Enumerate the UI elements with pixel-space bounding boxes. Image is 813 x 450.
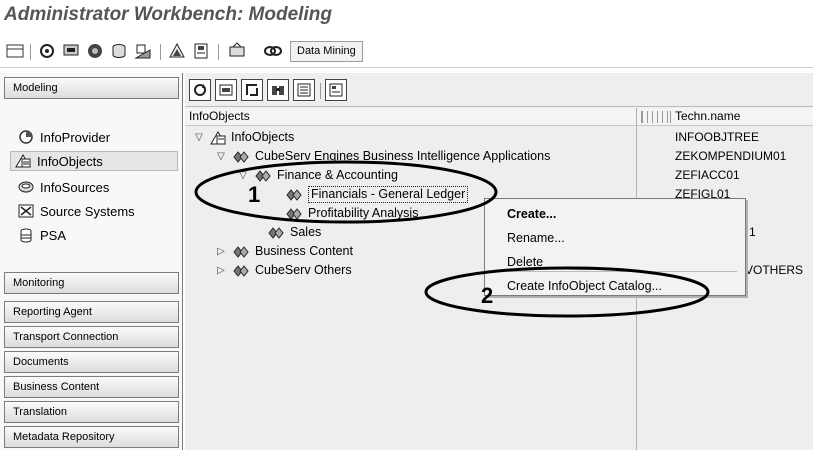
nav-item-infosources[interactable]: InfoSources	[14, 177, 113, 197]
tree-node-label: Financials - General Ledger	[308, 186, 469, 203]
repository-icon[interactable]	[226, 41, 248, 61]
tree-node-cubeserv-engines[interactable]: ▽ CubeServ Engines Business Intelligence…	[215, 147, 550, 166]
window-title: Administrator Workbench: Modeling	[4, 4, 332, 25]
nav-section-translation[interactable]: Translation	[4, 401, 179, 423]
main-toolbar: Data Mining	[0, 36, 813, 68]
window-toggle-icon[interactable]	[4, 41, 26, 61]
catalog-icon	[254, 169, 272, 183]
callout-number-1: 1	[248, 182, 261, 207]
translation-icon[interactable]	[190, 41, 212, 61]
navigation-panel: Modeling InfoProvider InfoObjects InfoSo…	[0, 73, 183, 450]
tree-node-infoobjects[interactable]: ▽ InfoObjects	[193, 128, 294, 147]
source-systems-icon	[18, 203, 34, 219]
catalog-icon	[232, 150, 250, 164]
display-icon[interactable]	[215, 79, 237, 101]
menu-separator	[493, 271, 737, 272]
nav-item-source-systems[interactable]: Source Systems	[14, 201, 139, 221]
transport-icon[interactable]	[108, 41, 130, 61]
infoobjects-icon	[210, 130, 226, 145]
tree-node-finance-accounting[interactable]: ▽ Finance & Accounting	[237, 166, 398, 185]
tech-name: INFOOBJTREE	[675, 130, 760, 144]
infoprovider-icon	[18, 129, 34, 145]
nav-item-label: InfoSources	[40, 179, 110, 195]
tree-node-sales[interactable]: Sales	[267, 223, 321, 242]
toolbar-separator	[30, 44, 31, 60]
toolbar-separator	[218, 44, 219, 60]
menu-item-rename[interactable]: Rename...	[507, 231, 565, 245]
tree-node-profitability-analysis[interactable]: Profitability Analysis	[285, 204, 418, 223]
nav-section-documents[interactable]: Documents	[4, 351, 179, 373]
tree-node-label: Sales	[290, 225, 322, 239]
catalog-icon	[267, 226, 285, 240]
catalog-icon	[285, 207, 303, 221]
nav-section-monitoring[interactable]: Monitoring	[4, 272, 179, 294]
psa-icon	[18, 227, 34, 243]
monitor-icon[interactable]	[60, 41, 82, 61]
expand-icon[interactable]: ▷	[215, 242, 227, 261]
settings-icon[interactable]	[325, 79, 347, 101]
column-header-techn-name[interactable]: Techn.name	[637, 108, 813, 126]
link-icon[interactable]	[262, 41, 284, 61]
nav-item-infoprovider[interactable]: InfoProvider	[14, 127, 114, 147]
nav-item-infoobjects[interactable]: InfoObjects	[10, 151, 178, 171]
infoobjects-icon	[15, 153, 31, 169]
toolbar-separator	[320, 83, 321, 99]
tree-toolbar	[185, 73, 813, 107]
nav-section-transport-connection[interactable]: Transport Connection	[4, 326, 179, 348]
column-header-techn-name-label: Techn.name	[675, 109, 741, 123]
reporting-agent-icon[interactable]	[84, 41, 106, 61]
infosources-icon	[18, 179, 34, 195]
tech-name: ZEFIACC01	[675, 168, 740, 182]
business-content-icon[interactable]	[166, 41, 188, 61]
documents-icon[interactable]	[132, 41, 154, 61]
tech-name: ZEKOMPENDIUM01	[675, 149, 787, 163]
list-icon[interactable]	[293, 79, 315, 101]
catalog-icon	[232, 245, 250, 259]
tree-node-label: Business Content	[255, 244, 353, 258]
modeling-icon[interactable]	[36, 41, 58, 61]
nav-item-label: Source Systems	[40, 203, 135, 219]
tree-node-label: Profitability Analysis	[308, 206, 419, 220]
toolbar-separator	[160, 44, 161, 60]
tree-node-business-content[interactable]: ▷ Business Content	[215, 242, 353, 261]
menu-item-delete[interactable]: Delete	[507, 255, 543, 269]
collapse-icon[interactable]: ▽	[193, 128, 205, 147]
nav-section-metadata-repository[interactable]: Metadata Repository	[4, 426, 179, 448]
data-mining-button[interactable]: Data Mining	[290, 41, 363, 62]
tech-name: 1	[749, 225, 756, 239]
nav-item-label: InfoProvider	[40, 129, 111, 145]
refresh-icon[interactable]	[189, 79, 211, 101]
collapse-icon[interactable]: ▽	[215, 147, 227, 166]
modeling-header[interactable]: Modeling	[4, 77, 179, 99]
nav-section-reporting-agent[interactable]: Reporting Agent	[4, 301, 179, 323]
nav-item-label: PSA	[40, 227, 67, 243]
nav-item-label: InfoObjects	[37, 153, 103, 169]
tree-node-label: CubeServ Others	[255, 263, 352, 277]
menu-item-create-infoobject-catalog[interactable]: Create InfoObject Catalog...	[507, 279, 662, 293]
tree-node-financials-general-ledger[interactable]: Financials - General Ledger	[285, 185, 469, 204]
catalog-icon	[285, 188, 303, 202]
callout-number-2: 2	[481, 283, 494, 308]
tree-node-label: CubeServ Engines Business Intelligence A…	[255, 149, 551, 163]
find-icon[interactable]	[267, 79, 289, 101]
column-header-infoobjects[interactable]: InfoObjects	[185, 108, 636, 126]
catalog-icon	[232, 264, 250, 278]
tree-node-cubeserv-others[interactable]: ▷ CubeServ Others	[215, 261, 352, 280]
menu-item-create[interactable]: Create...	[507, 207, 556, 221]
nav-section-business-content[interactable]: Business Content	[4, 376, 179, 398]
tree-node-label: InfoObjects	[231, 130, 295, 144]
tree-node-label: Finance & Accounting	[277, 168, 398, 182]
layout-icon[interactable]	[241, 79, 263, 101]
tech-name: VOTHERS	[745, 263, 804, 277]
column-resize-handle[interactable]	[641, 111, 671, 123]
context-menu: Create... Rename... Delete Create InfoOb…	[484, 198, 746, 296]
expand-icon[interactable]: ▷	[215, 261, 227, 280]
nav-item-psa[interactable]: PSA	[14, 225, 70, 245]
